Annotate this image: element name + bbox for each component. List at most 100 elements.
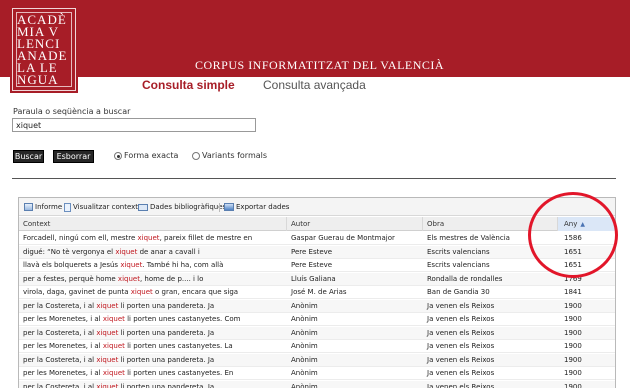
- results-toolbar: Informe Visualitzar context Dades biblio…: [19, 198, 615, 216]
- table-row[interactable]: digué: “No tè vergonya el xiquet de anar…: [19, 245, 615, 259]
- context-before: per la Costereta, i al: [23, 382, 97, 388]
- any-cell: 1900: [564, 382, 582, 388]
- table-row[interactable]: per les Morenetes, i al xiquet li porten…: [19, 340, 615, 353]
- keyword-highlight: xiquet: [117, 274, 140, 283]
- obra-cell: Ban de Gandia 30: [427, 288, 490, 296]
- any-cell: 1900: [564, 355, 582, 364]
- autor-cell: Anònim: [291, 369, 318, 377]
- page-title: CORPUS INFORMATITZAT DEL VALENCIÀ: [195, 58, 445, 72]
- context-before: llavà els bolquerets a Jesús: [23, 261, 121, 269]
- context-after: li porten una pandereta. Ja: [118, 355, 215, 364]
- context-after: li porten una pandereta. Ja: [118, 301, 215, 310]
- informe-button[interactable]: Informe: [24, 202, 62, 212]
- keyword-highlight: xiquet: [96, 355, 119, 364]
- context-after: li porten una pandereta. Ja: [118, 328, 215, 337]
- obra-cell: Ja venen els Reixos: [427, 342, 495, 350]
- context-before: per la Costereta, i al: [23, 355, 97, 364]
- forma-exacta-radio[interactable]: [114, 152, 122, 160]
- obra-cell: Ja venen els Reixos: [427, 301, 495, 310]
- dades-label: Dades bibliogràfiques: [150, 203, 227, 211]
- obra-cell: Rondalla de rondalles: [427, 274, 503, 283]
- autor-cell: Anònim: [291, 328, 318, 337]
- context-before: per les Morenetes, i al: [23, 315, 103, 323]
- context-cell: per la Costereta, i al xiquet li porten …: [19, 354, 287, 367]
- keyword-highlight: xiquet: [115, 247, 138, 256]
- context-after: , pareix fillet de mestre en: [159, 234, 253, 242]
- obra-cell: Ja venen els Reixos: [427, 315, 495, 323]
- context-cell: Forcadell, ningú com ell, mestre xiquet,…: [19, 232, 287, 245]
- search-button[interactable]: Buscar: [13, 150, 44, 163]
- export-icon: [224, 203, 234, 211]
- report-icon: [24, 203, 33, 211]
- context-before: virola, daga, gavinet de punta: [23, 288, 131, 296]
- any-cell: 1841: [564, 288, 582, 296]
- toolbar-separator: [219, 203, 220, 212]
- context-after: o gran, encara que siga: [152, 288, 239, 296]
- context-before: Forcadell, ningú com ell, mestre: [23, 234, 138, 242]
- tab-consulta-simple[interactable]: Consulta simple: [142, 78, 235, 92]
- table-row[interactable]: llavà els bolquerets a Jesús xiquet. Tam…: [19, 259, 615, 272]
- divider: [12, 178, 616, 179]
- context-before: per a festes, perquè home: [23, 274, 118, 283]
- visualitzar-label: Visualitzar context: [73, 203, 139, 211]
- logo-line: NGUA: [17, 72, 59, 87]
- any-cell: 1900: [564, 369, 582, 377]
- keyword-highlight: xiquet: [102, 369, 125, 377]
- variants-formals-label: Variants formals: [202, 151, 268, 160]
- table-row[interactable]: virola, daga, gavinet de punta xiquet o …: [19, 286, 615, 299]
- table-row[interactable]: per les Morenetes, i al xiquet li porten…: [19, 313, 615, 326]
- keyword-highlight: xiquet: [137, 234, 160, 242]
- keyword-highlight: xiquet: [130, 288, 153, 296]
- context-cell: per les Morenetes, i al xiquet li porten…: [19, 367, 287, 380]
- context-before: per les Morenetes, i al: [23, 342, 103, 350]
- context-cell: per les Morenetes, i al xiquet li porten…: [19, 313, 287, 326]
- context-cell: llavà els bolquerets a Jesús xiquet. Tam…: [19, 259, 287, 272]
- table-row[interactable]: per la Costereta, i al xiquet li porten …: [19, 326, 615, 340]
- tab-consulta-avancada[interactable]: Consulta avançada: [263, 78, 366, 92]
- table-row[interactable]: per la Costereta, i al xiquet li porten …: [19, 380, 615, 388]
- autor-cell: Anònim: [291, 315, 318, 323]
- context-cell: per la Costereta, i al xiquet li porten …: [19, 327, 287, 340]
- context-after: li porten una pandereta. Ja: [118, 382, 215, 388]
- variants-formals-radio[interactable]: [192, 152, 200, 160]
- context-cell: virola, daga, gavinet de punta xiquet o …: [19, 286, 287, 299]
- clear-button[interactable]: Esborrar: [53, 150, 94, 163]
- obra-cell: Ja venen els Reixos: [427, 369, 495, 377]
- column-header-autor[interactable]: Autor: [287, 217, 423, 231]
- obra-cell: Ja venen els Reixos: [427, 328, 495, 337]
- dades-bibliografiques-button[interactable]: Dades bibliogràfiques: [138, 202, 226, 212]
- context-before: digué: “No tè vergonya el: [23, 247, 116, 256]
- search-label: Paraula o seqüència a buscar: [13, 107, 131, 116]
- autor-cell: Pere Esteve: [291, 261, 333, 269]
- keyword-highlight: xiquet: [96, 301, 119, 310]
- table-row[interactable]: Forcadell, ningú com ell, mestre xiquet,…: [19, 232, 615, 245]
- keyword-highlight: xiquet: [96, 328, 119, 337]
- search-input[interactable]: [12, 118, 256, 132]
- column-header-context[interactable]: Context: [19, 217, 287, 231]
- context-before: per la Costereta, i al: [23, 301, 97, 310]
- keyword-highlight: xiquet: [96, 382, 119, 388]
- keyword-highlight: xiquet: [102, 342, 125, 350]
- context-cell: per les Morenetes, i al xiquet li porten…: [19, 340, 287, 353]
- context-after: , home de p.... i lo: [139, 274, 204, 283]
- table-row[interactable]: per la Costereta, i al xiquet li porten …: [19, 353, 615, 367]
- context-cell: per la Costereta, i al xiquet li porten …: [19, 300, 287, 313]
- exportar-dades-button[interactable]: Exportar dades: [224, 202, 289, 212]
- table-row[interactable]: per a festes, perquè home xiquet, home d…: [19, 272, 615, 286]
- obra-cell: Ja venen els Reixos: [427, 382, 495, 388]
- context-cell: per a festes, perquè home xiquet, home d…: [19, 273, 287, 286]
- keyword-highlight: xiquet: [120, 261, 143, 269]
- autor-cell: Anònim: [291, 342, 318, 350]
- context-before: per les Morenetes, i al: [23, 369, 103, 377]
- table-row[interactable]: per les Morenetes, i al xiquet li porten…: [19, 367, 615, 380]
- table-row[interactable]: per la Costereta, i al xiquet li porten …: [19, 299, 615, 313]
- annotation-circle: [528, 192, 618, 278]
- academia-logo[interactable]: ACADÈ MIA V LENCI ANADE LA LE NGUA: [12, 8, 76, 91]
- context-cell: per la Costereta, i al xiquet li porten …: [19, 381, 287, 388]
- any-cell: 1900: [564, 301, 582, 310]
- keyword-highlight: xiquet: [102, 315, 125, 323]
- visualitzar-context-button[interactable]: Visualitzar context: [64, 202, 138, 212]
- autor-cell: Anònim: [291, 382, 318, 388]
- context-after: li porten unes castanyetes. En: [124, 369, 234, 377]
- document-icon: [64, 202, 71, 212]
